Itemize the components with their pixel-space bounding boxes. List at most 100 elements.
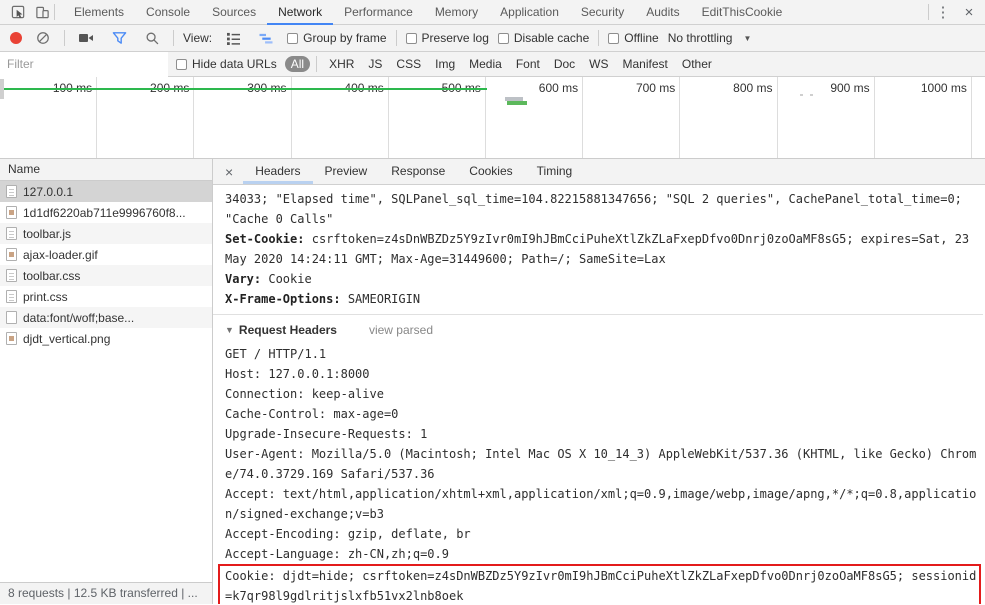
more-options-icon[interactable]: ⋮: [931, 0, 955, 24]
clear-icon[interactable]: [31, 26, 55, 50]
list-view-icon[interactable]: [221, 26, 245, 50]
timeline-tick: 1000 ms: [875, 77, 972, 158]
devtools-window: Elements Console Sources Network Performance…: [0, 0, 985, 604]
capture-screenshots-icon[interactable]: [74, 26, 98, 50]
request-row[interactable]: print.css: [0, 286, 212, 307]
search-icon[interactable]: [140, 26, 164, 50]
details-tab-preview[interactable]: Preview: [313, 159, 380, 184]
details-tab-strip: × Headers Preview Response Cookies Timing: [213, 159, 985, 185]
overview-request-bar-green: [507, 101, 527, 105]
request-row[interactable]: ajax-loader.gif: [0, 244, 212, 265]
divider: [173, 30, 174, 46]
type-filter-other[interactable]: Other: [676, 56, 718, 72]
request-row[interactable]: 127.0.0.1: [0, 181, 212, 202]
disclosure-triangle-icon[interactable]: ▼: [225, 320, 234, 340]
timeline-tick: 600 ms: [486, 77, 584, 158]
devtools-tab-bar: Elements Console Sources Network Performance…: [0, 0, 985, 25]
request-name: print.css: [23, 289, 68, 304]
disable-cache-checkbox[interactable]: [497, 32, 509, 44]
image-icon: [6, 332, 17, 345]
request-row[interactable]: toolbar.js: [0, 223, 212, 244]
tab-memory[interactable]: Memory: [424, 0, 489, 25]
network-overview-timeline[interactable]: 100 ms200 ms300 ms400 ms500 ms600 ms700 …: [0, 77, 985, 159]
response-headers-list: Set-Cookie: csrftoken=z4sDnWBZDz5Y9zIvr0…: [225, 229, 983, 309]
image-icon: [6, 206, 17, 219]
type-filter-img[interactable]: Img: [429, 56, 461, 72]
image-icon: [6, 248, 17, 261]
request-name: djdt_vertical.png: [23, 331, 111, 346]
network-filter-bar: Hide data URLs All XHRJSCSSImgMediaFontDo…: [0, 51, 985, 77]
headers-content: 34033; "Elapsed time", SQLPanel_sql_time…: [213, 185, 985, 604]
hide-data-urls-checkbox[interactable]: [176, 58, 187, 70]
name-column-header[interactable]: Name: [0, 159, 212, 181]
record-button[interactable]: [10, 32, 22, 44]
tab-console[interactable]: Console: [135, 0, 201, 25]
type-filter-ws[interactable]: WS: [583, 56, 614, 72]
tab-editthiscookie[interactable]: EditThisCookie: [691, 0, 794, 25]
filter-icon[interactable]: [107, 26, 131, 50]
highlighted-cookie-header: Cookie: djdt=hide; csrftoken=z4sDnWBZDz5…: [218, 564, 981, 604]
details-tab-timing[interactable]: Timing: [525, 159, 585, 184]
type-filter-media[interactable]: Media: [463, 56, 508, 72]
request-headers-raw-list: GET / HTTP/1.1 Host: 127.0.0.1:8000 Connec…: [225, 344, 983, 564]
request-name: 127.0.0.1: [23, 184, 74, 199]
view-parsed-link[interactable]: view parsed: [369, 320, 433, 340]
overview-scroll-thumb[interactable]: [0, 79, 4, 99]
tab-network[interactable]: Network: [267, 0, 333, 25]
overview-dot: [800, 94, 803, 96]
throttling-select[interactable]: No throttling ▼: [668, 31, 752, 45]
group-by-frame-checkbox[interactable]: [287, 32, 299, 44]
request-row[interactable]: 1d1df6220ab711e9996760f8...: [0, 202, 212, 223]
details-tab-headers[interactable]: Headers: [243, 159, 312, 184]
request-headers-title[interactable]: Request Headers: [239, 320, 337, 340]
preserve-log-checkbox[interactable]: [405, 32, 417, 44]
tab-performance[interactable]: Performance: [333, 0, 424, 25]
type-filter-xhr[interactable]: XHR: [323, 56, 360, 72]
device-toolbar-icon[interactable]: [30, 0, 54, 24]
type-filter-font[interactable]: Font: [510, 56, 546, 72]
type-filter-js[interactable]: JS: [362, 56, 388, 72]
tab-application[interactable]: Application: [489, 0, 570, 25]
offline-checkbox[interactable]: [608, 32, 620, 44]
request-row[interactable]: toolbar.css: [0, 265, 212, 286]
throttling-value: No throttling: [667, 31, 733, 45]
close-devtools-icon[interactable]: ×: [957, 0, 981, 24]
inspect-element-icon[interactable]: [6, 0, 30, 24]
details-tab-response[interactable]: Response: [379, 159, 457, 184]
filter-input[interactable]: [0, 51, 168, 77]
request-row[interactable]: djdt_vertical.png: [0, 328, 212, 349]
request-header-line: Host: 127.0.0.1:8000: [225, 367, 370, 381]
header-name: Set-Cookie:: [225, 232, 305, 246]
disable-cache-option: Disable cache: [497, 31, 590, 45]
waterfall-view-icon[interactable]: [254, 26, 278, 50]
tab-sources[interactable]: Sources: [201, 0, 267, 25]
request-row[interactable]: data:font/woff;base...: [0, 307, 212, 328]
type-filter-css[interactable]: CSS: [390, 56, 427, 72]
tab-bar-controls: ⋮ ×: [928, 0, 985, 24]
response-header-line: X-Frame-Options: SAMEORIGIN: [225, 289, 983, 309]
request-header-line: User-Agent: Mozilla/5.0 (Macintosh; Inte…: [225, 447, 977, 481]
disable-cache-label: Disable cache: [513, 31, 590, 45]
type-filter-manifest[interactable]: Manifest: [617, 56, 674, 72]
preserve-log-label: Preserve log: [421, 31, 489, 45]
close-details-icon[interactable]: ×: [213, 164, 243, 180]
divider: [598, 30, 600, 46]
tab-elements[interactable]: Elements: [63, 0, 135, 25]
timeline-tick: 700 ms: [583, 77, 681, 158]
offline-label: Offline: [624, 31, 659, 45]
type-filter-doc[interactable]: Doc: [548, 56, 581, 72]
header-value: Cookie: [268, 272, 312, 286]
request-header-line: Accept-Encoding: gzip, deflate, br: [225, 527, 471, 541]
request-header-line: Connection: keep-alive: [225, 387, 384, 401]
requests-panel: Name 127.0.0.1 1d1df6220ab711e9996760f8..…: [0, 159, 213, 604]
request-header-line: Upgrade-Insecure-Requests: 1: [225, 427, 428, 441]
document-icon: [6, 227, 17, 240]
load-event-line: [0, 88, 487, 90]
view-label: View:: [183, 31, 213, 45]
tab-audits[interactable]: Audits: [635, 0, 690, 25]
network-main-split: Name 127.0.0.1 1d1df6220ab711e9996760f8..…: [0, 159, 985, 604]
request-name: toolbar.js: [23, 226, 72, 241]
type-filter-all[interactable]: All: [284, 56, 311, 72]
tab-security[interactable]: Security: [570, 0, 635, 25]
details-tab-cookies[interactable]: Cookies: [457, 159, 524, 184]
